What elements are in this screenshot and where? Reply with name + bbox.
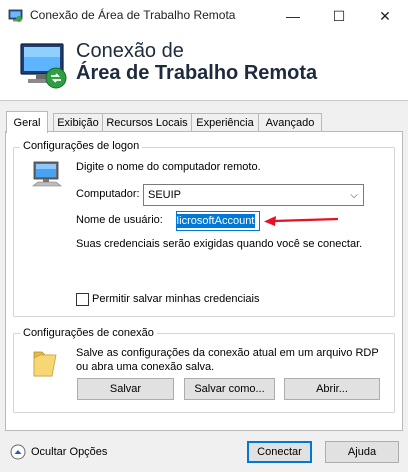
hide-options-icon[interactable] — [10, 444, 26, 460]
username-label: Nome de usuário: — [76, 214, 163, 226]
window-title: Conexão de Área de Trabalho Remota — [30, 8, 236, 22]
red-arrow-annotation-icon — [262, 213, 342, 227]
computer-icon — [30, 158, 64, 192]
folder-icon — [30, 346, 60, 380]
hide-options-label[interactable]: Ocultar Opções — [31, 446, 107, 458]
close-button[interactable]: ✕ — [362, 0, 408, 32]
computer-combobox[interactable]: SEUIP ⌵ — [143, 184, 364, 206]
tab-recursos-locais[interactable]: Recursos Locais — [102, 113, 192, 132]
banner-title-line1: Conexão de — [76, 40, 184, 62]
connection-description-line1: Salve as configurações da conexão atual … — [76, 347, 379, 359]
tab-geral[interactable]: Geral — [6, 111, 48, 133]
maximize-button[interactable]: ☐ — [316, 0, 362, 32]
connection-description-line2: ou abra uma conexão salva. — [76, 361, 215, 373]
connection-settings-label: Configurações de conexão — [20, 327, 157, 339]
username-value: MicrosoftAccount — [177, 214, 256, 228]
save-as-button[interactable]: Salvar como... — [184, 378, 275, 400]
banner-divider — [0, 100, 408, 101]
remote-desktop-logo-icon — [18, 42, 70, 92]
save-button[interactable]: Salvar — [77, 378, 174, 400]
banner-title-line2: Área de Trabalho Remota — [76, 62, 318, 84]
minimize-button[interactable]: — — [270, 0, 316, 32]
computer-instruction: Digite o nome do computador remoto. — [76, 161, 261, 173]
credentials-note: Suas credenciais serão exigidas quando v… — [76, 238, 363, 250]
computer-value: SEUIP — [148, 189, 182, 201]
chevron-down-icon[interactable]: ⌵ — [345, 190, 363, 201]
logon-settings-label: Configurações de logon — [20, 140, 143, 152]
computer-label: Computador: — [76, 188, 140, 200]
open-button[interactable]: Abrir... — [284, 378, 380, 400]
save-credentials-label[interactable]: Permitir salvar minhas credenciais — [92, 293, 260, 305]
connect-button[interactable]: Conectar — [247, 441, 312, 463]
save-credentials-checkbox[interactable] — [76, 293, 89, 306]
app-icon — [8, 8, 24, 24]
tab-experiencia[interactable]: Experiência — [191, 113, 259, 132]
help-button[interactable]: Ajuda — [325, 441, 399, 463]
username-input[interactable]: MicrosoftAccount — [176, 211, 260, 231]
tab-avancado[interactable]: Avançado — [258, 113, 322, 132]
tab-exibicao[interactable]: Exibição — [53, 113, 103, 132]
connection-settings-group — [13, 333, 395, 413]
